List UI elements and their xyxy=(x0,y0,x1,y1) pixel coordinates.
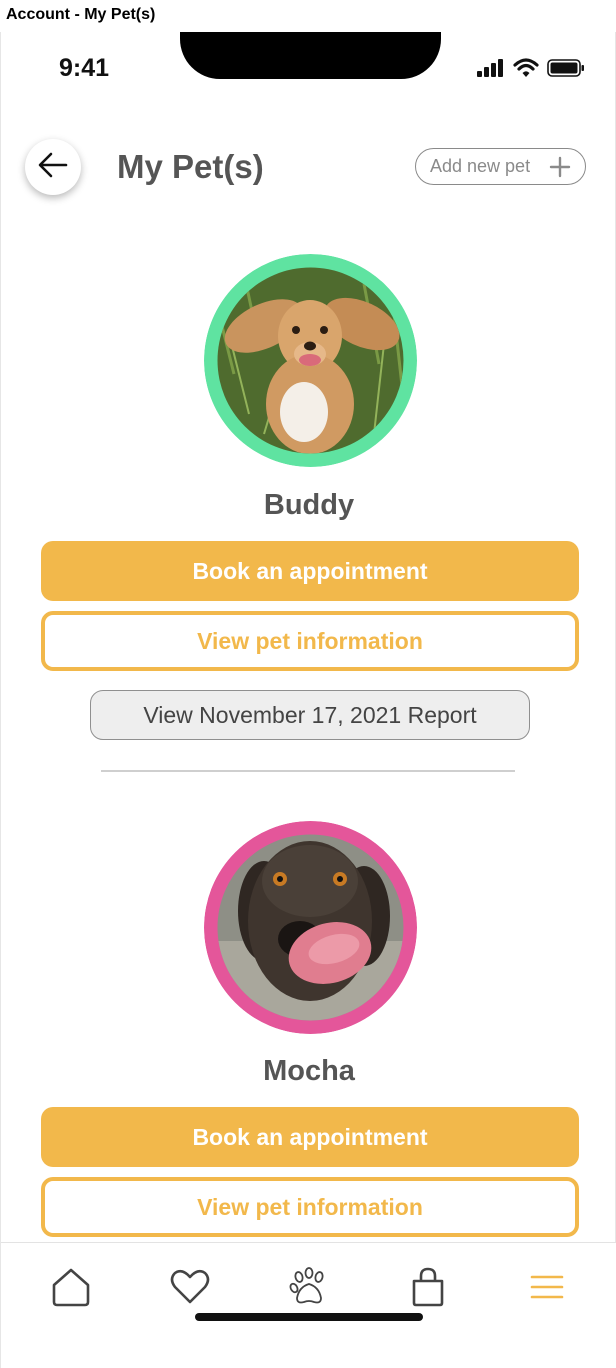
battery-icon xyxy=(547,59,585,82)
status-icons xyxy=(477,58,585,83)
page-title: My Pet(s) xyxy=(117,148,264,185)
pet-avatar-buddy[interactable] xyxy=(204,254,417,467)
tab-menu[interactable] xyxy=(523,1265,571,1313)
tab-favorites[interactable] xyxy=(166,1265,214,1313)
shopping-bag-icon xyxy=(410,1267,446,1312)
tab-home[interactable] xyxy=(47,1265,95,1313)
book-appointment-button-buddy[interactable]: Book an appointment xyxy=(41,541,579,601)
home-icon xyxy=(50,1267,92,1312)
bottom-tab-bar xyxy=(1,1242,616,1368)
view-pet-information-button-mocha[interactable]: View pet information xyxy=(41,1177,579,1237)
paw-icon xyxy=(289,1266,329,1312)
window-title: Account - My Pet(s) xyxy=(6,6,156,23)
arrow-left-icon xyxy=(38,152,68,183)
heart-icon xyxy=(170,1269,210,1310)
pet-avatar-mocha[interactable] xyxy=(204,821,417,1034)
pet-divider xyxy=(101,770,515,772)
plus-icon xyxy=(549,156,571,183)
pet-name-mocha: Mocha xyxy=(263,1055,355,1087)
cellular-signal-icon xyxy=(477,59,505,82)
add-new-pet-button[interactable]: Add new pet xyxy=(415,148,586,185)
view-report-button-buddy[interactable]: View November 17, 2021 Report xyxy=(90,690,530,740)
phone-screen: 9:41 My Pet(s) Add new pet Buddy Book an… xyxy=(0,32,616,1368)
view-pet-information-button-buddy[interactable]: View pet information xyxy=(41,611,579,671)
status-time: 9:41 xyxy=(59,54,110,82)
home-indicator[interactable] xyxy=(195,1313,423,1321)
add-new-pet-label: Add new pet xyxy=(430,156,531,176)
device-notch xyxy=(180,32,441,79)
back-button[interactable] xyxy=(25,139,81,195)
wifi-icon xyxy=(513,58,539,83)
tab-pets[interactable] xyxy=(285,1265,333,1313)
menu-icon xyxy=(530,1274,564,1305)
tab-shop[interactable] xyxy=(404,1265,452,1313)
pet-name-buddy: Buddy xyxy=(263,489,355,521)
book-appointment-button-mocha[interactable]: Book an appointment xyxy=(41,1107,579,1167)
